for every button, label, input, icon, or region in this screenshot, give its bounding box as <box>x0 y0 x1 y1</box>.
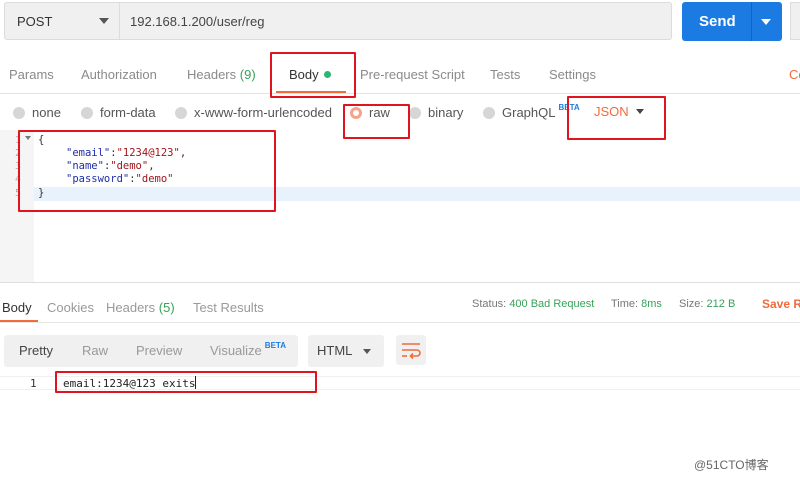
radio-graphql[interactable]: GraphQL BETA <box>483 103 580 120</box>
radio-form-data[interactable]: form-data <box>81 105 156 120</box>
method-select[interactable]: POST <box>4 2 120 40</box>
time-readout[interactable]: Time: 8ms <box>611 298 662 310</box>
annotation-box-json <box>567 96 666 140</box>
method-label: POST <box>17 14 53 29</box>
save-dropdown-edge[interactable] <box>790 2 800 40</box>
send-dropdown-icon[interactable] <box>761 19 771 25</box>
wrap-lines-icon <box>402 343 421 360</box>
url-input[interactable]: 192.168.1.200/user/reg <box>120 2 672 40</box>
beta-badge: BETA <box>264 341 286 350</box>
tab-pre-request-script[interactable]: Pre-request Script <box>360 67 465 82</box>
annotation-box-request-body <box>18 130 276 212</box>
radio-icon <box>483 106 495 119</box>
size-readout[interactable]: Size: 212 B <box>679 298 735 310</box>
annotation-box-response <box>55 371 317 393</box>
view-raw-button[interactable]: Raw <box>82 343 108 358</box>
response-tab-cookies[interactable]: Cookies <box>47 300 94 315</box>
response-tab-body[interactable]: Body <box>2 300 32 315</box>
annotation-box-raw <box>343 104 410 139</box>
response-divider[interactable] <box>0 282 800 283</box>
request-tabs: Params Authorization Headers (9) Body Pr… <box>0 56 800 94</box>
radio-icon <box>175 106 187 119</box>
chevron-down-icon <box>363 349 371 354</box>
save-response-button[interactable]: Save R <box>762 297 800 311</box>
status-value: 400 Bad Request <box>509 298 595 310</box>
radio-x-www-form-urlencoded[interactable]: x-www-form-urlencoded <box>175 105 332 120</box>
radio-binary[interactable]: binary <box>409 105 463 120</box>
tab-settings[interactable]: Settings <box>549 67 596 82</box>
radio-icon <box>13 106 25 119</box>
radio-icon <box>409 106 421 119</box>
headers-count: (9) <box>239 67 256 82</box>
radio-none[interactable]: none <box>13 105 61 120</box>
cookies-link[interactable]: Co <box>789 67 800 82</box>
response-tab-headers[interactable]: Headers (5) <box>106 300 175 315</box>
response-tabs-divider <box>0 322 800 323</box>
watermark: @51CTO博客 <box>694 458 769 472</box>
tab-authorization[interactable]: Authorization <box>81 67 157 82</box>
status-readout[interactable]: Status: 400 Bad Request <box>472 298 594 310</box>
send-divider <box>751 2 752 41</box>
send-label: Send <box>699 13 736 30</box>
view-preview-button[interactable]: Preview <box>136 343 182 358</box>
annotation-box-body-tab <box>270 52 356 98</box>
wrap-lines-button[interactable] <box>396 335 426 365</box>
tab-params[interactable]: Params <box>9 67 54 82</box>
time-value: 8ms <box>641 298 662 310</box>
size-value: 212 B <box>706 298 736 310</box>
response-tab-test-results[interactable]: Test Results <box>193 300 264 315</box>
view-visualize-button[interactable]: Visualize BETA <box>210 341 286 358</box>
view-pretty-button[interactable]: Pretty <box>19 343 53 358</box>
send-button[interactable]: Send <box>682 2 782 41</box>
tab-tests[interactable]: Tests <box>490 67 520 82</box>
radio-icon <box>81 106 93 119</box>
tab-headers[interactable]: Headers (9) <box>187 67 256 82</box>
chevron-down-icon <box>99 18 109 24</box>
response-line-number: 1 <box>30 377 37 390</box>
response-format-select[interactable]: HTML <box>308 335 384 367</box>
